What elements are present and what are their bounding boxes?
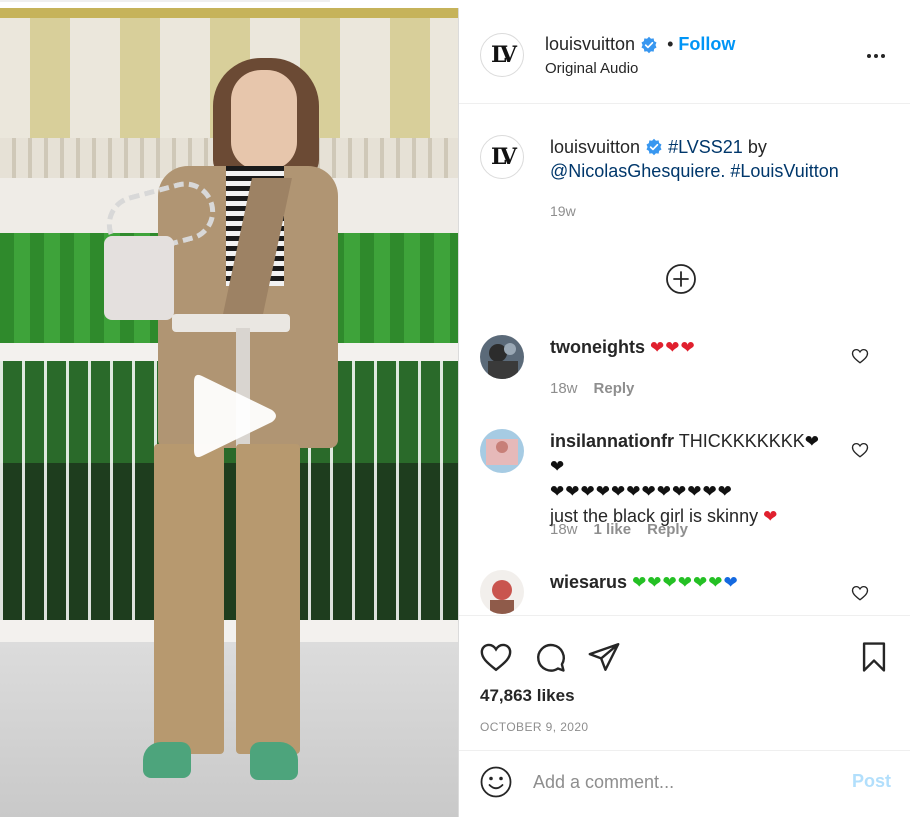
play-icon[interactable] — [190, 370, 280, 462]
comment-reply-button[interactable]: Reply — [594, 380, 635, 397]
caption-timestamp[interactable]: 19w — [550, 203, 576, 219]
comment-username[interactable]: twoneights — [550, 337, 645, 357]
emoji-smiley-icon[interactable] — [479, 765, 513, 799]
load-more-comments-icon[interactable] — [665, 263, 697, 295]
caption-verified-badge-icon — [646, 138, 662, 156]
comment-text: insilannationfr THICKKKKKKK❤❤ ❤❤❤❤❤❤❤❤❤❤… — [550, 429, 820, 529]
comment-avatar[interactable] — [480, 429, 524, 473]
comment-likes-count[interactable]: 1 like — [594, 521, 632, 538]
verified-badge-icon — [641, 36, 657, 53]
post-comment-button[interactable]: Post — [852, 771, 891, 792]
comment-text: wiesarus ❤❤❤❤❤❤❤ — [550, 570, 820, 595]
comment-username[interactable]: insilannationfr — [550, 431, 674, 451]
comment-text: twoneights ❤❤❤ — [550, 335, 820, 360]
comment-meta: 18w 1 like Reply — [550, 521, 688, 538]
header-separator: • — [667, 34, 674, 54]
comment-emoji-c: ❤ — [763, 507, 779, 527]
caption-mention[interactable]: @NicolasGhesquiere. — [550, 161, 725, 181]
comment-reply-button[interactable]: Reply — [647, 521, 688, 538]
comment-body: THICKKKKKKK — [678, 431, 805, 451]
comment-emoji-green: ❤❤❤❤❤❤ — [632, 573, 724, 593]
comment-timestamp[interactable]: 18w — [550, 521, 578, 538]
comment-emoji-blue: ❤ — [723, 573, 739, 593]
browser-top-edge — [0, 0, 910, 8]
comment-bubble-icon[interactable] — [533, 640, 567, 674]
like-comment-heart-icon[interactable] — [851, 347, 869, 365]
save-bookmark-icon[interactable] — [857, 640, 891, 674]
caption-username[interactable]: louisvuitton — [550, 137, 640, 157]
comment-timestamp[interactable]: 18w — [550, 380, 578, 397]
caption-hashtag-louisvuitton[interactable]: #LouisVuitton — [730, 161, 838, 181]
likes-count[interactable]: 47,863 likes — [480, 686, 575, 706]
comment-username[interactable]: wiesarus — [550, 572, 627, 592]
caption-hashtag-lvss21[interactable]: #LVSS21 — [668, 137, 743, 157]
more-options-icon[interactable] — [864, 44, 888, 68]
comment-avatar[interactable] — [480, 570, 524, 614]
follow-button[interactable]: Follow — [678, 34, 735, 55]
like-comment-heart-icon[interactable] — [851, 584, 869, 602]
comment-meta: 18w Reply — [550, 380, 634, 397]
share-paper-plane-icon[interactable] — [587, 640, 621, 674]
comment-composer: Post — [459, 750, 910, 817]
avatar-logo: LV — [491, 42, 517, 68]
like-comment-heart-icon[interactable] — [851, 441, 869, 459]
post-action-bar: 47,863 likes OCTOBER 9, 2020 — [459, 615, 910, 749]
caption-author-avatar[interactable]: LV — [480, 135, 524, 179]
author-username[interactable]: louisvuitton — [545, 34, 635, 55]
like-heart-icon[interactable] — [479, 640, 513, 674]
caption-text: louisvuitton #LVSS21 by @NicolasGhesquie… — [550, 135, 870, 183]
post-video[interactable] — [0, 8, 458, 817]
comment-input[interactable] — [533, 767, 833, 797]
comments-scroll-area[interactable]: LV louisvuitton #LVSS21 by @NicolasGhesq… — [459, 105, 910, 614]
post-detail-panel: LV louisvuitton • Follow Original Audio … — [459, 8, 910, 817]
comment-emoji-b: ❤❤❤❤❤❤❤❤❤❤❤❤ — [550, 482, 733, 502]
caption-by: by — [742, 137, 767, 157]
comment-avatar[interactable] — [480, 335, 524, 379]
caption-avatar-logo: LV — [491, 144, 517, 170]
post-date[interactable]: OCTOBER 9, 2020 — [480, 720, 589, 734]
author-avatar[interactable]: LV — [480, 33, 524, 77]
audio-label[interactable]: Original Audio — [545, 60, 638, 77]
comment-emoji: ❤❤❤ — [650, 338, 696, 358]
post-header: LV louisvuitton • Follow Original Audio — [459, 8, 910, 104]
